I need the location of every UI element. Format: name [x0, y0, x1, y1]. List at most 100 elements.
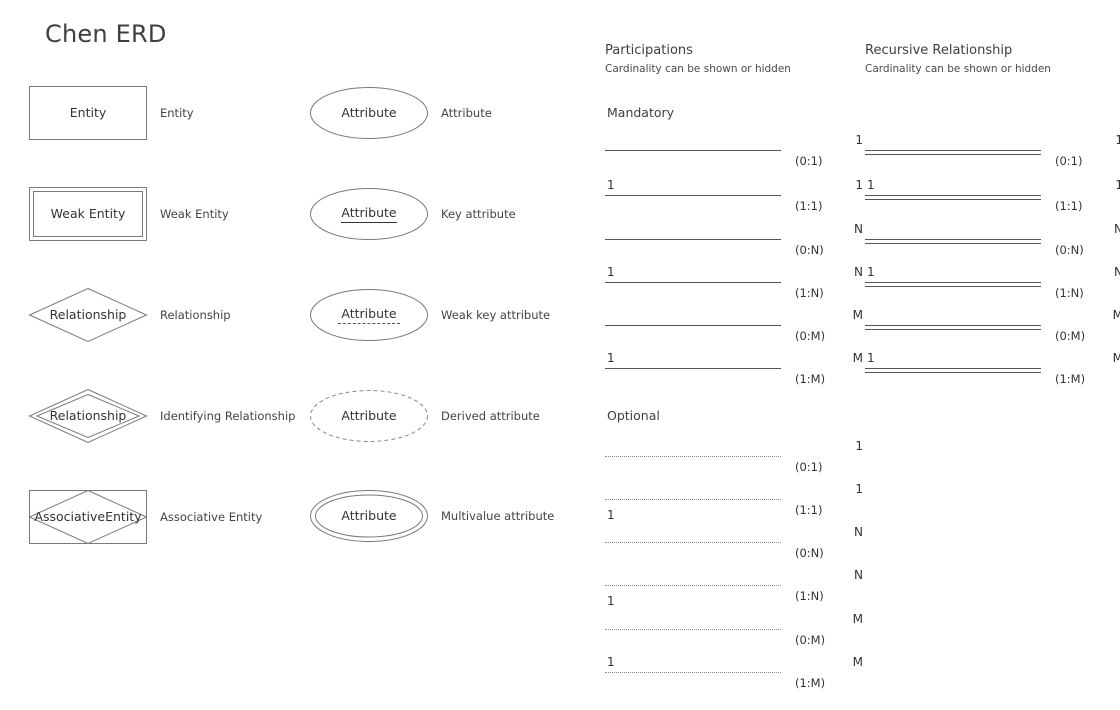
line-dotted: [605, 585, 781, 586]
recursive-row-4: M (0:M): [865, 303, 1120, 343]
weak-entity-inner-rectangle: [33, 191, 143, 237]
line-double-bottom: [865, 243, 1041, 244]
participation-row-optional-2: N (0:N): [605, 520, 865, 560]
cardinality-right-marker: M: [852, 655, 863, 669]
participation-row-mandatory-1: 1 1 (1:1): [605, 173, 865, 213]
legend-item-derived-attribute: Attribute Derived attribute: [310, 390, 540, 442]
participation-row-mandatory-0: 1 (0:1): [605, 128, 865, 168]
participation-line: [605, 456, 781, 462]
page-title: Chen ERD: [45, 20, 167, 48]
cardinality-left-marker: 1: [867, 351, 875, 365]
cardinality-right-marker: N: [1114, 265, 1120, 279]
recursive-line: [865, 150, 1041, 156]
key-attribute-shape: Attribute: [310, 188, 428, 240]
recursive-line: [865, 368, 1041, 374]
derived-attribute-description: Derived attribute: [441, 409, 540, 423]
line-dotted: [605, 456, 781, 457]
cardinality-right-marker: N: [1114, 222, 1120, 236]
weak-key-attribute-shape: Attribute: [310, 289, 428, 341]
line-double-top: [865, 150, 1041, 151]
cardinality-notation: (1:M): [1055, 372, 1086, 386]
diagram-canvas: Chen ERD Entity Entity Weak Entity Weak …: [0, 0, 1120, 710]
weak-key-attribute-description: Weak key attribute: [441, 308, 551, 322]
weak-entity-shape: Weak Entity: [29, 187, 147, 241]
participation-line: [605, 282, 781, 288]
recursive-line: [865, 239, 1041, 245]
participation-line: [605, 195, 781, 201]
participation-row-optional-0: 1 (0:1): [605, 434, 865, 474]
recursive-row-1: 1 1 (1:1): [865, 173, 1120, 213]
legend-item-weak-entity: Weak Entity Weak Entity: [29, 187, 229, 241]
associative-entity-shape: Associative Entity: [28, 489, 148, 545]
cardinality-notation: (0:1): [795, 154, 823, 168]
cardinality-left-marker: 1: [607, 265, 615, 279]
cardinality-right-marker: N: [854, 568, 863, 582]
participations-subtitle: Cardinality can be shown or hidden: [605, 63, 791, 75]
entity-rectangle: [29, 86, 147, 140]
cardinality-right-marker: M: [1112, 308, 1120, 322]
cardinality-notation: (0:1): [1055, 154, 1083, 168]
line-dotted: [605, 542, 781, 543]
participation-row-mandatory-3: 1 N (1:N): [605, 260, 865, 300]
key-attribute-ellipse: [310, 188, 428, 240]
legend-item-entity: Entity Entity: [29, 86, 194, 140]
associative-entity-diamond: [28, 489, 148, 545]
cardinality-notation: (0:N): [795, 546, 824, 560]
participation-line: [605, 585, 781, 591]
identifying-relationship-double-diamond: [28, 388, 148, 444]
participation-line: [605, 672, 781, 678]
derived-attribute-ellipse: [310, 390, 428, 442]
participations-title: Participations: [605, 43, 693, 58]
attribute-shape: Attribute: [310, 87, 428, 139]
cardinality-left-marker: 1: [607, 351, 615, 365]
line-dotted: [605, 629, 781, 630]
recursive-line: [865, 325, 1041, 331]
cardinality-notation: (1:1): [795, 503, 823, 517]
identifying-relationship-description: Identifying Relationship: [160, 409, 296, 423]
participations-heading: Participations Cardinality can be shown …: [605, 43, 791, 75]
cardinality-notation: (1:N): [795, 589, 824, 603]
recursive-line: [865, 282, 1041, 288]
participation-line: [605, 150, 781, 156]
line-dotted: [605, 499, 781, 500]
line-double-top: [865, 368, 1041, 369]
line-solid: [605, 150, 781, 151]
attribute-ellipse: [310, 87, 428, 139]
cardinality-notation: (1:M): [795, 372, 826, 386]
associative-entity-description: Associative Entity: [160, 510, 263, 524]
cardinality-right-marker: 1: [1115, 133, 1120, 147]
relationship-shape: Relationship: [28, 287, 148, 343]
cardinality-right-marker: N: [854, 265, 863, 279]
participation-row-mandatory-4: M (0:M): [605, 303, 865, 343]
participation-line: [605, 368, 781, 374]
multivalue-attribute-shape: Attribute: [310, 490, 428, 542]
participation-line: [605, 239, 781, 245]
optional-section-label: Optional: [607, 408, 660, 423]
cardinality-notation: (0:M): [795, 329, 826, 343]
participation-row-optional-4: M (0:M): [605, 607, 865, 647]
cardinality-notation: (0:1): [795, 460, 823, 474]
key-attribute-description: Key attribute: [441, 207, 516, 221]
line-double-bottom: [865, 329, 1041, 330]
identifying-relationship-shape: Relationship: [28, 388, 148, 444]
participation-row-optional-3: 1 N (1:N): [605, 563, 865, 607]
attribute-description: Attribute: [441, 106, 492, 120]
cardinality-notation: (1:M): [795, 676, 826, 690]
relationship-diamond: [28, 287, 148, 343]
relationship-description: Relationship: [160, 308, 231, 322]
cardinality-right-marker: 1: [855, 178, 863, 192]
recursive-row-0: 1 (0:1): [865, 128, 1120, 168]
line-double-top: [865, 195, 1041, 196]
cardinality-notation: (1:1): [1055, 199, 1083, 213]
cardinality-right-marker: M: [852, 612, 863, 626]
cardinality-right-marker: M: [1112, 351, 1120, 365]
participation-row-mandatory-2: N (0:N): [605, 217, 865, 257]
legend-item-associative-entity: Associative Entity Associative Entity: [28, 489, 263, 545]
recursive-row-2: N (0:N): [865, 217, 1120, 257]
line-double-bottom: [865, 154, 1041, 155]
line-solid: [605, 368, 781, 369]
line-solid: [605, 239, 781, 240]
cardinality-notation: (1:1): [795, 199, 823, 213]
cardinality-right-marker: 1: [855, 482, 863, 496]
legend-item-weak-key-attribute: Attribute Weak key attribute: [310, 289, 550, 341]
